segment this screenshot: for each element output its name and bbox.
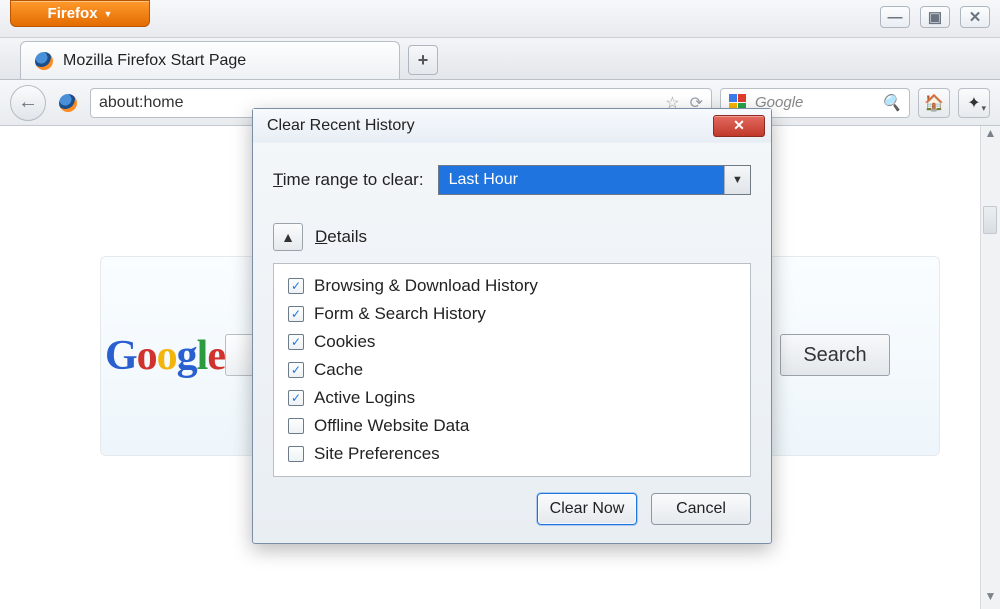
time-range-value: Last Hour xyxy=(439,166,724,194)
checklist-item-label: Cache xyxy=(314,360,363,380)
chevron-down-icon: ▼ xyxy=(104,9,113,19)
vertical-scrollbar[interactable]: ▲ ▼ xyxy=(980,126,1000,609)
scroll-thumb[interactable] xyxy=(983,206,997,234)
chevron-down-icon: ▼ xyxy=(724,166,750,194)
bookmarks-menu-button[interactable]: ✦ ▾ xyxy=(958,88,990,118)
checklist-item[interactable]: ✓ Cache xyxy=(286,356,738,384)
firefox-menu-label: Firefox xyxy=(48,5,98,22)
dialog-close-button[interactable]: ✕ xyxy=(713,115,765,137)
search-icon[interactable]: 🔍 xyxy=(881,93,901,113)
start-page-search-button[interactable]: Search xyxy=(780,334,890,376)
clear-now-button[interactable]: Clear Now xyxy=(537,493,637,525)
tab-strip: Mozilla Firefox Start Page + xyxy=(0,38,1000,80)
maximize-icon: ▣ xyxy=(928,8,942,26)
site-identity-icon[interactable] xyxy=(54,89,82,117)
firefox-icon xyxy=(35,52,53,70)
checkbox[interactable] xyxy=(288,446,304,462)
bookmarks-icon: ✦ xyxy=(967,93,980,113)
google-logo: Google xyxy=(105,332,225,380)
chevron-down-icon: ▾ xyxy=(981,103,986,114)
title-bar: Firefox ▼ — ▣ ✕ xyxy=(0,0,1000,38)
tab-active[interactable]: Mozilla Firefox Start Page xyxy=(20,41,400,79)
time-range-select[interactable]: Last Hour ▼ xyxy=(438,165,751,195)
new-tab-button[interactable]: + xyxy=(408,45,438,75)
time-range-label: Time range to clear: xyxy=(273,170,424,190)
checklist-item-label: Form & Search History xyxy=(314,304,486,324)
checklist-item[interactable]: Offline Website Data xyxy=(286,412,738,440)
checkbox[interactable]: ✓ xyxy=(288,362,304,378)
checkbox[interactable]: ✓ xyxy=(288,278,304,294)
checkbox[interactable]: ✓ xyxy=(288,334,304,350)
checklist-item[interactable]: ✓ Form & Search History xyxy=(286,300,738,328)
checklist-item-label: Offline Website Data xyxy=(314,416,469,436)
window-minimize-button[interactable]: — xyxy=(880,6,910,28)
details-checklist: ✓ Browsing & Download History ✓ Form & Sear… xyxy=(273,263,751,477)
close-icon: ✕ xyxy=(969,8,982,26)
checklist-item[interactable]: ✓ Active Logins xyxy=(286,384,738,412)
dialog-title: Clear Recent History xyxy=(267,117,415,135)
firefox-menu-button[interactable]: Firefox ▼ xyxy=(10,0,150,27)
cancel-button[interactable]: Cancel xyxy=(651,493,751,525)
details-label: Details xyxy=(315,227,367,247)
window-maximize-button[interactable]: ▣ xyxy=(920,6,950,28)
arrow-left-icon: ← xyxy=(18,91,38,114)
search-button-label: Search xyxy=(803,344,866,367)
home-icon: 🏠 xyxy=(924,93,944,113)
checklist-item[interactable]: Site Preferences xyxy=(286,440,738,468)
plus-icon: + xyxy=(418,50,429,71)
checkbox[interactable] xyxy=(288,418,304,434)
close-icon: ✕ xyxy=(733,117,745,134)
checkbox[interactable]: ✓ xyxy=(288,306,304,322)
checklist-item[interactable]: ✓ Cookies xyxy=(286,328,738,356)
scroll-up-icon[interactable]: ▲ xyxy=(981,126,1000,146)
checklist-item-label: Site Preferences xyxy=(314,444,440,464)
minimize-icon: — xyxy=(888,9,903,26)
clear-now-label: Clear Now xyxy=(550,500,625,518)
checklist-item-label: Active Logins xyxy=(314,388,415,408)
url-text: about:home xyxy=(99,94,184,112)
checklist-item-label: Browsing & Download History xyxy=(314,276,538,296)
firefox-icon xyxy=(59,94,77,112)
tab-title: Mozilla Firefox Start Page xyxy=(63,52,246,70)
dialog-title-bar[interactable]: Clear Recent History ✕ xyxy=(253,109,771,143)
scroll-down-icon[interactable]: ▼ xyxy=(981,589,1000,609)
clear-history-dialog: Clear Recent History ✕ Time range to cle… xyxy=(252,108,772,544)
home-button[interactable]: 🏠 xyxy=(918,88,950,118)
cancel-label: Cancel xyxy=(676,500,726,518)
checkbox[interactable]: ✓ xyxy=(288,390,304,406)
checklist-item[interactable]: ✓ Browsing & Download History xyxy=(286,272,738,300)
window-close-button[interactable]: ✕ xyxy=(960,6,990,28)
back-button[interactable]: ← xyxy=(10,85,46,121)
checklist-item-label: Cookies xyxy=(314,332,375,352)
details-toggle-button[interactable]: ▲ xyxy=(273,223,303,251)
chevron-up-icon: ▲ xyxy=(281,229,295,245)
